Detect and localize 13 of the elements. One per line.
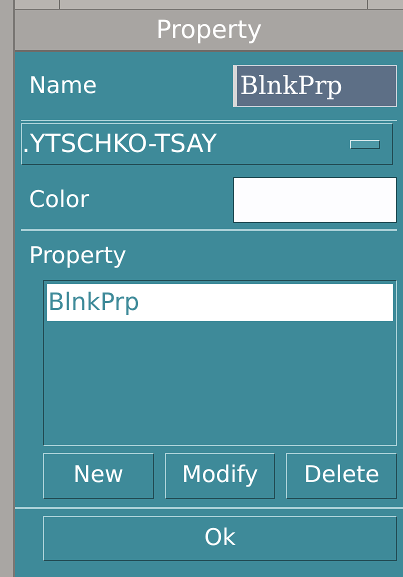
dropdown-indicator-icon [350,140,380,148]
list-label: Property [28,242,126,271]
action-button[interactable]: Modify [164,452,276,498]
action-button[interactable]: Delete [286,452,398,498]
action-button[interactable]: New [43,452,154,498]
ok-button[interactable]: Ok [43,516,397,560]
name-field[interactable]: BlnkPrp [233,65,397,107]
color-swatch[interactable] [233,177,397,223]
field-label: Color [28,186,90,215]
dropdown[interactable]: .YTSCHKO-TSAY [21,123,393,165]
window-title: Property [15,10,403,52]
field-label: Name [28,72,97,101]
list-item[interactable]: BlnkPrp [47,284,393,320]
